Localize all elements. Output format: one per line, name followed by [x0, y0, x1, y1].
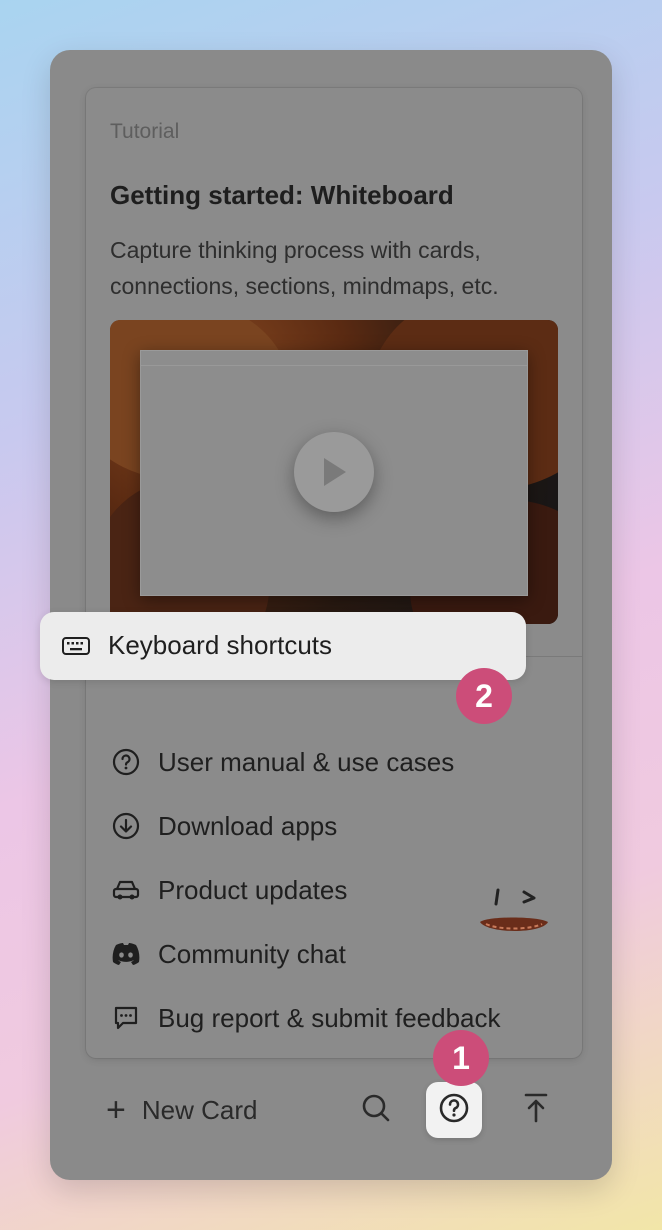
tutorial-description: Capture thinking process with cards, con…	[110, 237, 499, 299]
arrow-up-to-line-icon	[522, 1092, 550, 1129]
tutorial-eyebrow: Tutorial	[110, 120, 180, 143]
menu-item-label: Product updates	[158, 874, 348, 905]
menu-item-user-manual[interactable]: User manual & use cases	[110, 738, 454, 786]
search-button[interactable]	[348, 1082, 404, 1138]
question-circle-icon	[438, 1092, 470, 1129]
scroll-top-button[interactable]	[508, 1082, 564, 1138]
new-card-label: New Card	[141, 1094, 258, 1125]
tutorial-title: Getting started: Whiteboard	[110, 180, 454, 210]
menu-item-download-apps[interactable]: Download apps	[110, 802, 337, 850]
menu-item-label: Community chat	[158, 938, 346, 969]
keyboard-icon	[60, 630, 92, 662]
menu-item-community-chat[interactable]: Community chat	[110, 930, 346, 978]
menu-item-product-updates[interactable]: Product updates	[110, 866, 347, 914]
car-icon	[110, 874, 142, 906]
menu-item-label: Keyboard shortcuts	[108, 630, 333, 660]
search-icon	[360, 1092, 392, 1129]
menu-item-label: User manual & use cases	[158, 746, 455, 777]
menu-item-label: Download apps	[158, 810, 338, 841]
help-button[interactable]	[426, 1082, 482, 1138]
message-square-icon	[110, 1002, 142, 1034]
menu-item-label: Bug report & submit feedback	[158, 1002, 501, 1033]
mascot-sticker	[478, 886, 558, 951]
new-card-button[interactable]: + New Card	[106, 1086, 257, 1134]
plus-icon: +	[106, 1091, 126, 1129]
play-icon[interactable]	[294, 432, 374, 512]
menu-item-keyboard-shortcuts[interactable]: Keyboard shortcuts	[40, 612, 526, 680]
tutorial-video[interactable]	[110, 320, 558, 624]
question-circle-icon	[110, 746, 142, 778]
discord-icon	[110, 938, 142, 970]
download-circle-icon	[110, 810, 142, 842]
menu-item-bug-report[interactable]: Bug report & submit feedback	[110, 994, 501, 1042]
step-badge-2: 2	[456, 668, 512, 724]
step-badge-1: 1	[433, 1030, 489, 1086]
